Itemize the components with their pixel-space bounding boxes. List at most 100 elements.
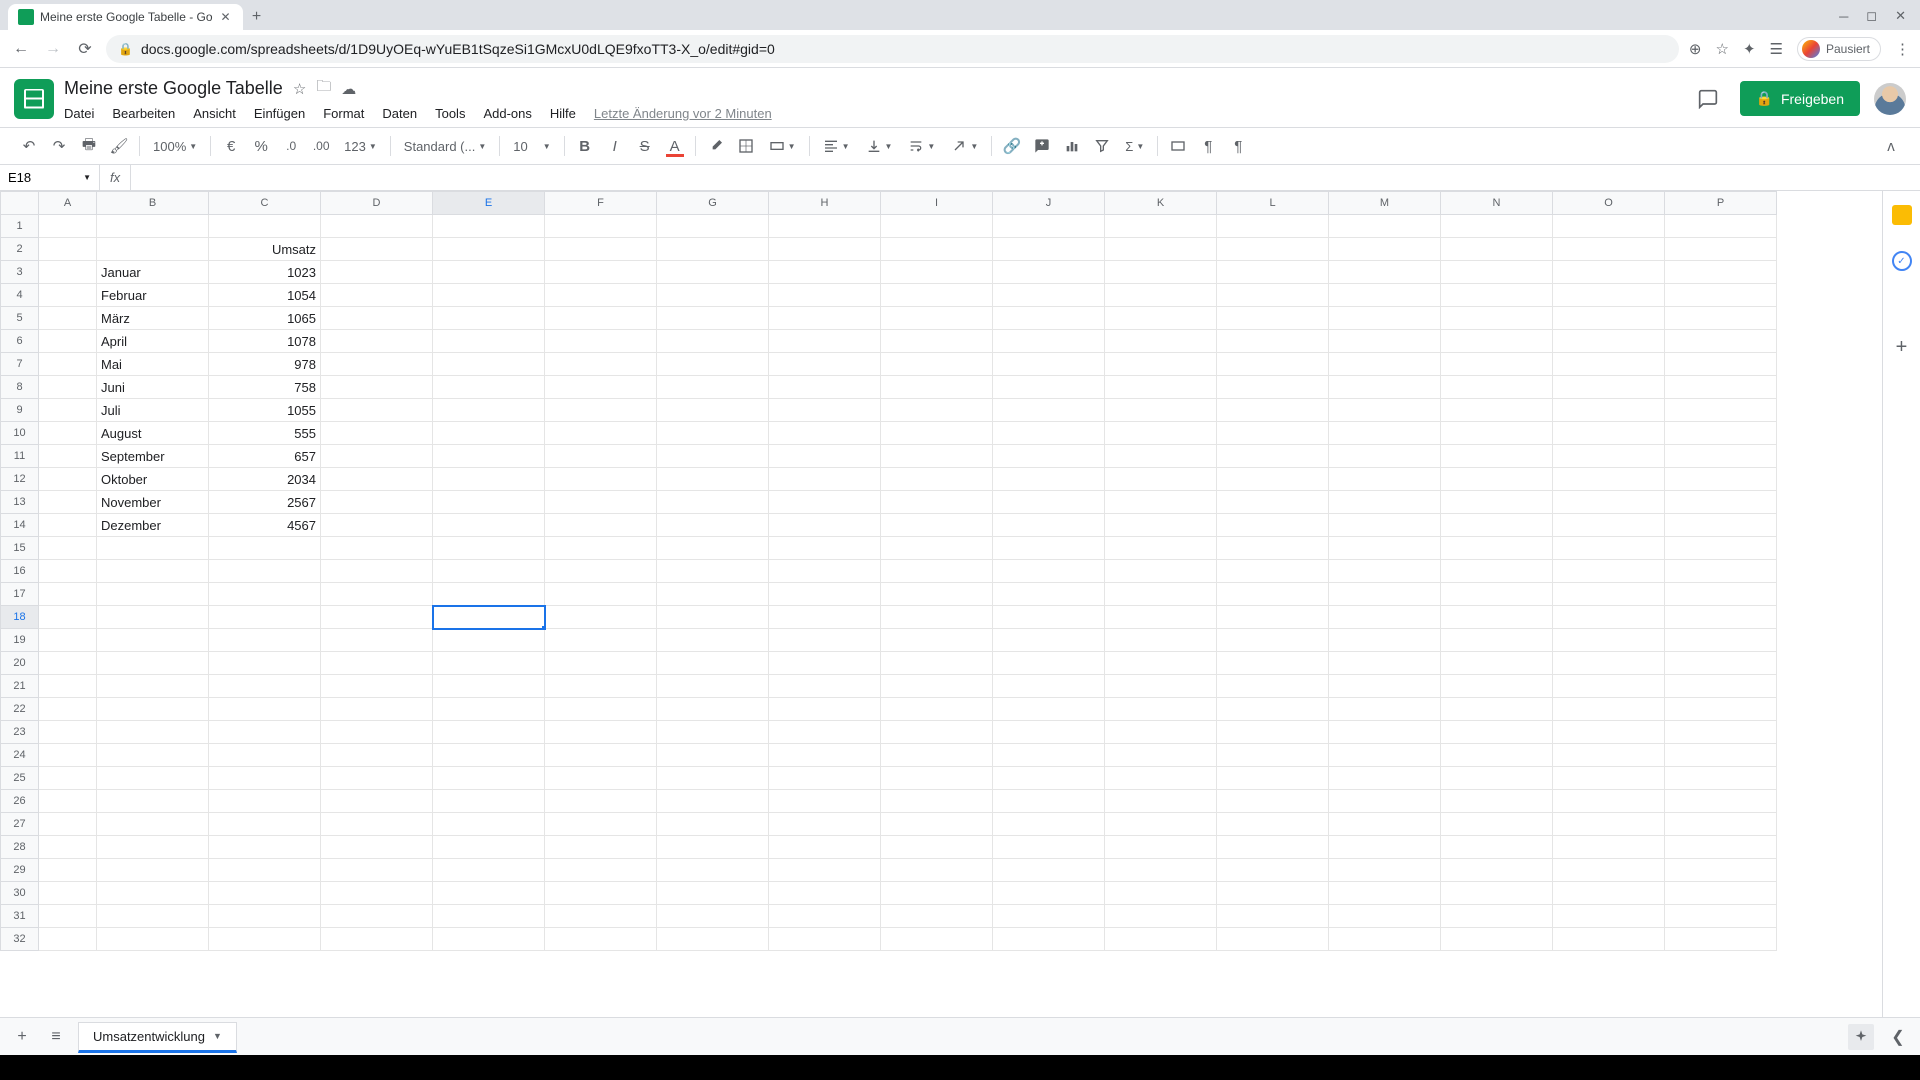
col-header-J[interactable]: J (993, 192, 1105, 215)
decrease-decimal-button[interactable]: .0 (278, 133, 304, 159)
cell-K7[interactable] (1105, 353, 1217, 376)
cell-E31[interactable] (433, 905, 545, 928)
cell-C2[interactable]: Umsatz (209, 238, 321, 261)
cell-D15[interactable] (321, 537, 433, 560)
cell-L7[interactable] (1217, 353, 1329, 376)
cell-B9[interactable]: Juli (97, 399, 209, 422)
cell-B11[interactable]: September (97, 445, 209, 468)
cell-K9[interactable] (1105, 399, 1217, 422)
cell-G6[interactable] (657, 330, 769, 353)
cell-C21[interactable] (209, 675, 321, 698)
cell-J22[interactable] (993, 698, 1105, 721)
row-header-19[interactable]: 19 (1, 629, 39, 652)
col-header-B[interactable]: B (97, 192, 209, 215)
cell-G14[interactable] (657, 514, 769, 537)
cell-F7[interactable] (545, 353, 657, 376)
cell-K29[interactable] (1105, 859, 1217, 882)
cell-M30[interactable] (1329, 882, 1441, 905)
cell-M12[interactable] (1329, 468, 1441, 491)
cell-F25[interactable] (545, 767, 657, 790)
cell-P28[interactable] (1665, 836, 1777, 859)
cell-O29[interactable] (1553, 859, 1665, 882)
cell-M21[interactable] (1329, 675, 1441, 698)
cell-F5[interactable] (545, 307, 657, 330)
cell-F23[interactable] (545, 721, 657, 744)
cell-I1[interactable] (881, 215, 993, 238)
cell-B7[interactable]: Mai (97, 353, 209, 376)
cell-C17[interactable] (209, 583, 321, 606)
cell-L16[interactable] (1217, 560, 1329, 583)
cell-F10[interactable] (545, 422, 657, 445)
cell-J10[interactable] (993, 422, 1105, 445)
cell-I18[interactable] (881, 606, 993, 629)
cell-N27[interactable] (1441, 813, 1553, 836)
col-header-N[interactable]: N (1441, 192, 1553, 215)
cell-F17[interactable] (545, 583, 657, 606)
cell-P32[interactable] (1665, 928, 1777, 951)
cell-E4[interactable] (433, 284, 545, 307)
row-header-4[interactable]: 4 (1, 284, 39, 307)
cell-G27[interactable] (657, 813, 769, 836)
cell-D4[interactable] (321, 284, 433, 307)
col-header-C[interactable]: C (209, 192, 321, 215)
cell-A16[interactable] (39, 560, 97, 583)
cell-I8[interactable] (881, 376, 993, 399)
cell-M10[interactable] (1329, 422, 1441, 445)
row-header-29[interactable]: 29 (1, 859, 39, 882)
cell-D19[interactable] (321, 629, 433, 652)
cell-E16[interactable] (433, 560, 545, 583)
cell-O1[interactable] (1553, 215, 1665, 238)
cell-O13[interactable] (1553, 491, 1665, 514)
cell-N3[interactable] (1441, 261, 1553, 284)
cell-G16[interactable] (657, 560, 769, 583)
currency-button[interactable]: € (218, 133, 244, 159)
cell-P9[interactable] (1665, 399, 1777, 422)
cell-C27[interactable] (209, 813, 321, 836)
cell-E27[interactable] (433, 813, 545, 836)
cell-A19[interactable] (39, 629, 97, 652)
cell-F8[interactable] (545, 376, 657, 399)
cell-P11[interactable] (1665, 445, 1777, 468)
cell-B12[interactable]: Oktober (97, 468, 209, 491)
col-header-I[interactable]: I (881, 192, 993, 215)
cell-L8[interactable] (1217, 376, 1329, 399)
cell-G26[interactable] (657, 790, 769, 813)
cell-A5[interactable] (39, 307, 97, 330)
cell-H31[interactable] (769, 905, 881, 928)
cell-J32[interactable] (993, 928, 1105, 951)
cell-M19[interactable] (1329, 629, 1441, 652)
cell-E5[interactable] (433, 307, 545, 330)
row-header-31[interactable]: 31 (1, 905, 39, 928)
cell-I5[interactable] (881, 307, 993, 330)
row-header-26[interactable]: 26 (1, 790, 39, 813)
cell-C30[interactable] (209, 882, 321, 905)
cell-A2[interactable] (39, 238, 97, 261)
italic-button[interactable]: I (602, 133, 628, 159)
cell-E23[interactable] (433, 721, 545, 744)
minimize-icon[interactable]: ─ (1839, 9, 1848, 24)
cell-A29[interactable] (39, 859, 97, 882)
cell-E12[interactable] (433, 468, 545, 491)
cell-G17[interactable] (657, 583, 769, 606)
reading-list-icon[interactable]: ☰ (1770, 40, 1783, 58)
cell-P3[interactable] (1665, 261, 1777, 284)
link-button[interactable]: 🔗 (999, 133, 1025, 159)
cell-K30[interactable] (1105, 882, 1217, 905)
menu-icon[interactable]: ⋮ (1895, 40, 1910, 58)
cell-K2[interactable] (1105, 238, 1217, 261)
cell-K12[interactable] (1105, 468, 1217, 491)
cell-O16[interactable] (1553, 560, 1665, 583)
row-header-14[interactable]: 14 (1, 514, 39, 537)
cell-K20[interactable] (1105, 652, 1217, 675)
cell-N21[interactable] (1441, 675, 1553, 698)
all-sheets-button[interactable]: ≡ (44, 1028, 68, 1046)
h-align-dropdown[interactable]: ▼ (817, 138, 856, 154)
cell-P14[interactable] (1665, 514, 1777, 537)
cell-N16[interactable] (1441, 560, 1553, 583)
cell-I27[interactable] (881, 813, 993, 836)
cell-C16[interactable] (209, 560, 321, 583)
cell-M5[interactable] (1329, 307, 1441, 330)
url-box[interactable]: 🔒 docs.google.com/spreadsheets/d/1D9UyOE… (106, 35, 1679, 63)
cell-P30[interactable] (1665, 882, 1777, 905)
row-header-13[interactable]: 13 (1, 491, 39, 514)
